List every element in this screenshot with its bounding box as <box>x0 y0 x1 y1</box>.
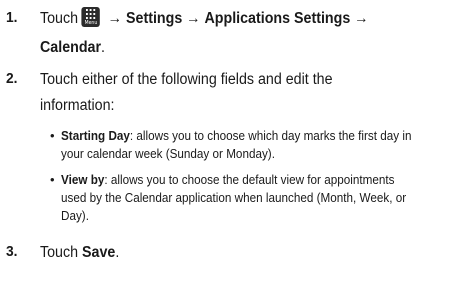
bullet-2-line-2: used by the Calendar application when la… <box>61 190 407 205</box>
bullet-desc: : allows you to choose which day marks t… <box>129 128 412 143</box>
bullet-desc: : allows you to choose the default view … <box>104 172 395 187</box>
arrow-icon: → <box>107 10 123 27</box>
bullet-term: View by <box>61 172 105 187</box>
step-3-line-1: Touch Save. <box>40 241 436 264</box>
step-1-line-2: Calendar. <box>40 36 436 59</box>
path-settings: Settings <box>126 10 183 27</box>
bullet-icon: • <box>50 128 55 143</box>
step-number: 2. <box>6 70 18 87</box>
bullet-1-line-2: your calendar week (Sunday or Monday). <box>61 146 275 161</box>
step-2-line-2: information: <box>40 97 115 114</box>
arrow-icon: → <box>186 10 201 27</box>
bullet-icon: • <box>50 172 55 187</box>
bullet-2-line-1: View by: allows you to choose the defaul… <box>61 171 466 188</box>
menu-icon: Menu <box>81 7 101 27</box>
path-calendar: Calendar <box>40 39 102 56</box>
bullet-term: Starting Day <box>61 128 130 143</box>
arrow-icon: → <box>354 10 369 27</box>
bullet-2-line-3: Day). <box>61 208 89 223</box>
step-1-line-1: Touch Menu → Settings → Applications Sett… <box>40 7 436 30</box>
path-applications-settings: Applications Settings <box>204 10 351 27</box>
menu-icon-label: Menu <box>84 20 98 26</box>
step-prefix: Touch <box>40 10 79 27</box>
save-action: Save <box>82 244 116 261</box>
step-2-line-1: Touch either of the following fields and… <box>40 71 333 88</box>
step-number: 1. <box>6 9 18 26</box>
step-prefix: Touch <box>40 244 79 261</box>
step-number: 3. <box>6 243 18 260</box>
step-suffix: . <box>101 39 106 56</box>
step-suffix: . <box>115 244 120 261</box>
bullet-1-line-1: Starting Day: allows you to choose which… <box>61 127 466 144</box>
